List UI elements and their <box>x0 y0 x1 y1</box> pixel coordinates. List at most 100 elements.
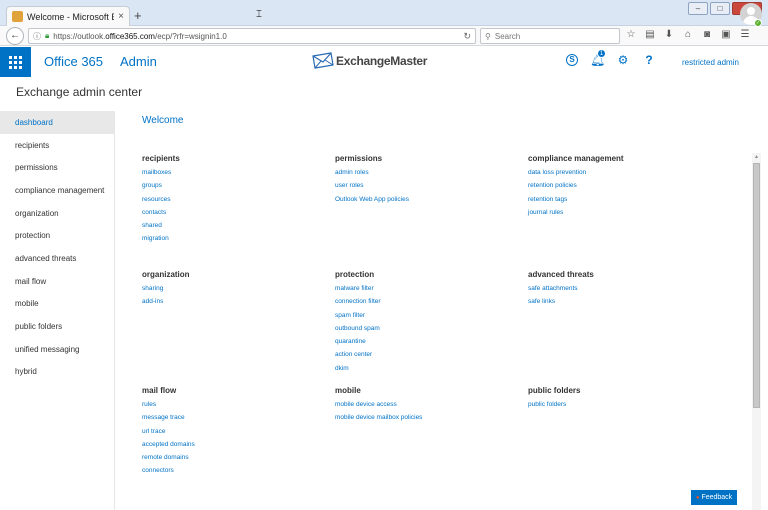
link-action-center[interactable]: action center <box>335 348 515 361</box>
office-365-link[interactable]: Office 365 <box>44 54 103 69</box>
link-connectors[interactable]: connectors <box>142 464 322 477</box>
address-bar[interactable]: ⓘ 🔒︎ https://outlook.office365.com/ecp/?… <box>28 28 476 44</box>
sidebar-item-mobile[interactable]: mobile <box>0 293 114 316</box>
exchange-favicon-icon <box>12 11 23 22</box>
link-connection-filter[interactable]: connection filter <box>335 295 515 308</box>
link-groups[interactable]: groups <box>142 179 322 192</box>
link-public-folders[interactable]: public folders <box>528 398 708 411</box>
sidebar-item-permissions[interactable]: permissions <box>0 156 114 179</box>
skype-icon[interactable]: S <box>566 54 578 66</box>
section-title: permissions <box>335 154 383 163</box>
link-sharing[interactable]: sharing <box>142 282 322 295</box>
link-accepted-domains[interactable]: accepted domains <box>142 438 322 451</box>
link-mobile-device-mailbox-policies[interactable]: mobile device mailbox policies <box>335 411 515 424</box>
link-safe-attachments[interactable]: safe attachments <box>528 282 708 295</box>
link-rules[interactable]: rules <box>142 398 322 411</box>
sidebar-item-unified-messaging[interactable]: unified messaging <box>0 338 114 361</box>
envelope-logo-icon <box>312 52 334 69</box>
url-text: https://outlook.office365.com/ecp/?rfr=w… <box>53 31 227 41</box>
info-icon[interactable]: ⓘ <box>33 31 41 42</box>
link-remote-domains[interactable]: remote domains <box>142 451 322 464</box>
link-journal-rules[interactable]: journal rules <box>528 206 708 219</box>
presence-check-icon: ✓ <box>754 19 762 27</box>
link-user-roles[interactable]: user roles <box>335 179 515 192</box>
feedback-button[interactable]: ● Feedback <box>691 490 737 505</box>
brand-name: ExchangeMaster <box>336 54 428 68</box>
sidebar-item-advanced-threats[interactable]: advanced threats <box>0 247 114 270</box>
link-url-trace[interactable]: url trace <box>142 425 322 438</box>
section-protection: protection malware filter connection filte… <box>335 270 515 375</box>
screenshot-icon[interactable]: ▣ <box>721 29 731 40</box>
scrollbar-thumb[interactable] <box>753 163 760 408</box>
back-button[interactable]: ← <box>6 27 24 45</box>
bookmark-star-icon[interactable]: ☆ <box>626 29 636 40</box>
link-mailboxes[interactable]: mailboxes <box>142 166 322 179</box>
link-malware-filter[interactable]: malware filter <box>335 282 515 295</box>
user-name-link[interactable]: restricted admin <box>682 58 739 67</box>
download-icon[interactable]: ⬇ <box>664 29 674 40</box>
home-icon[interactable]: ⌂ <box>683 29 693 40</box>
section-recipients: recipients mailboxes groups resources contac… <box>142 154 322 246</box>
sidebar-item-hybrid[interactable]: hybrid <box>0 361 114 384</box>
browser-tab[interactable]: Welcome - Microsoft Exch... × <box>6 6 130 26</box>
reading-list-icon[interactable]: ▤ <box>645 29 655 40</box>
link-spam-filter[interactable]: spam filter <box>335 309 515 322</box>
sidebar-item-recipients[interactable]: recipients <box>0 134 114 157</box>
sidebar-item-compliance-management[interactable]: compliance management <box>0 179 114 202</box>
sidebar-item-mail-flow[interactable]: mail flow <box>0 270 114 293</box>
sidebar-item-dashboard[interactable]: dashboard <box>0 111 114 134</box>
dashboard-content: Welcome recipients mailboxes groups resourc… <box>116 111 752 510</box>
link-safe-links[interactable]: safe links <box>528 295 708 308</box>
reload-icon[interactable]: ↻ <box>463 31 471 42</box>
browser-search-box[interactable]: ⚲ <box>480 28 620 44</box>
notifications-bell-icon[interactable]: 🔔︎ 1 <box>590 49 606 67</box>
section-mobile: mobile mobile device access mobile device … <box>335 386 515 425</box>
link-outlook-web-app-policies[interactable]: Outlook Web App policies <box>335 193 515 206</box>
link-shared[interactable]: shared <box>142 219 322 232</box>
help-icon[interactable]: ? <box>642 53 656 67</box>
link-migration[interactable]: migration <box>142 232 322 245</box>
browser-titlebar: Welcome - Microsoft Exch... × + ⌶ – □ × <box>0 0 768 26</box>
section-title: public folders <box>528 386 581 395</box>
link-resources[interactable]: resources <box>142 193 322 206</box>
search-input[interactable] <box>494 31 605 41</box>
scroll-up-arrow-icon[interactable]: ▲ <box>752 153 761 161</box>
section-title: mail flow <box>142 386 177 395</box>
browser-navbar: ← ⓘ 🔒︎ https://outlook.office365.com/ecp… <box>0 26 768 46</box>
link-retention-policies[interactable]: retention policies <box>528 179 708 192</box>
section-title: organization <box>142 270 190 279</box>
menu-icon[interactable]: ☰ <box>740 29 750 40</box>
minimize-button[interactable]: – <box>688 2 708 15</box>
section-organization: organization sharing add-ins <box>142 270 322 309</box>
app-launcher-icon[interactable] <box>0 47 31 77</box>
gear-icon[interactable]: ⚙ <box>616 53 630 67</box>
link-dkim[interactable]: dkim <box>335 362 515 375</box>
close-tab-icon[interactable]: × <box>118 11 124 22</box>
content-scrollbar[interactable]: ▲ <box>752 153 761 510</box>
link-outbound-spam[interactable]: outbound spam <box>335 322 515 335</box>
link-add-ins[interactable]: add-ins <box>142 295 322 308</box>
lock-icon: 🔒︎ <box>45 31 50 40</box>
sidebar-item-public-folders[interactable]: public folders <box>0 315 114 338</box>
link-retention-tags[interactable]: retention tags <box>528 193 708 206</box>
browser-toolbar: ☆ ▤ ⬇ ⌂ ◙ ▣ ☰ <box>626 29 750 40</box>
link-data-loss-prevention[interactable]: data loss prevention <box>528 166 708 179</box>
brand-logo: ExchangeMaster <box>312 52 427 70</box>
link-admin-roles[interactable]: admin roles <box>335 166 515 179</box>
section-advanced-threats: advanced threats safe attachments safe lin… <box>528 270 708 309</box>
sidebar-item-organization[interactable]: organization <box>0 202 114 225</box>
admin-link[interactable]: Admin <box>120 54 157 69</box>
link-message-trace[interactable]: message trace <box>142 411 322 424</box>
sidebar-item-protection[interactable]: protection <box>0 224 114 247</box>
section-title: mobile <box>335 386 361 395</box>
maximize-button[interactable]: □ <box>710 2 730 15</box>
pocket-icon[interactable]: ◙ <box>702 29 712 40</box>
link-quarantine[interactable]: quarantine <box>335 335 515 348</box>
tab-title: Welcome - Microsoft Exch... <box>27 11 114 22</box>
link-mobile-device-access[interactable]: mobile device access <box>335 398 515 411</box>
search-icon: ⚲ <box>485 31 491 41</box>
mouse-cursor-icon: ⌶ <box>256 9 262 20</box>
section-permissions: permissions admin roles user roles Outlook … <box>335 154 515 206</box>
link-contacts[interactable]: contacts <box>142 206 322 219</box>
new-tab-button[interactable]: + <box>134 8 142 23</box>
